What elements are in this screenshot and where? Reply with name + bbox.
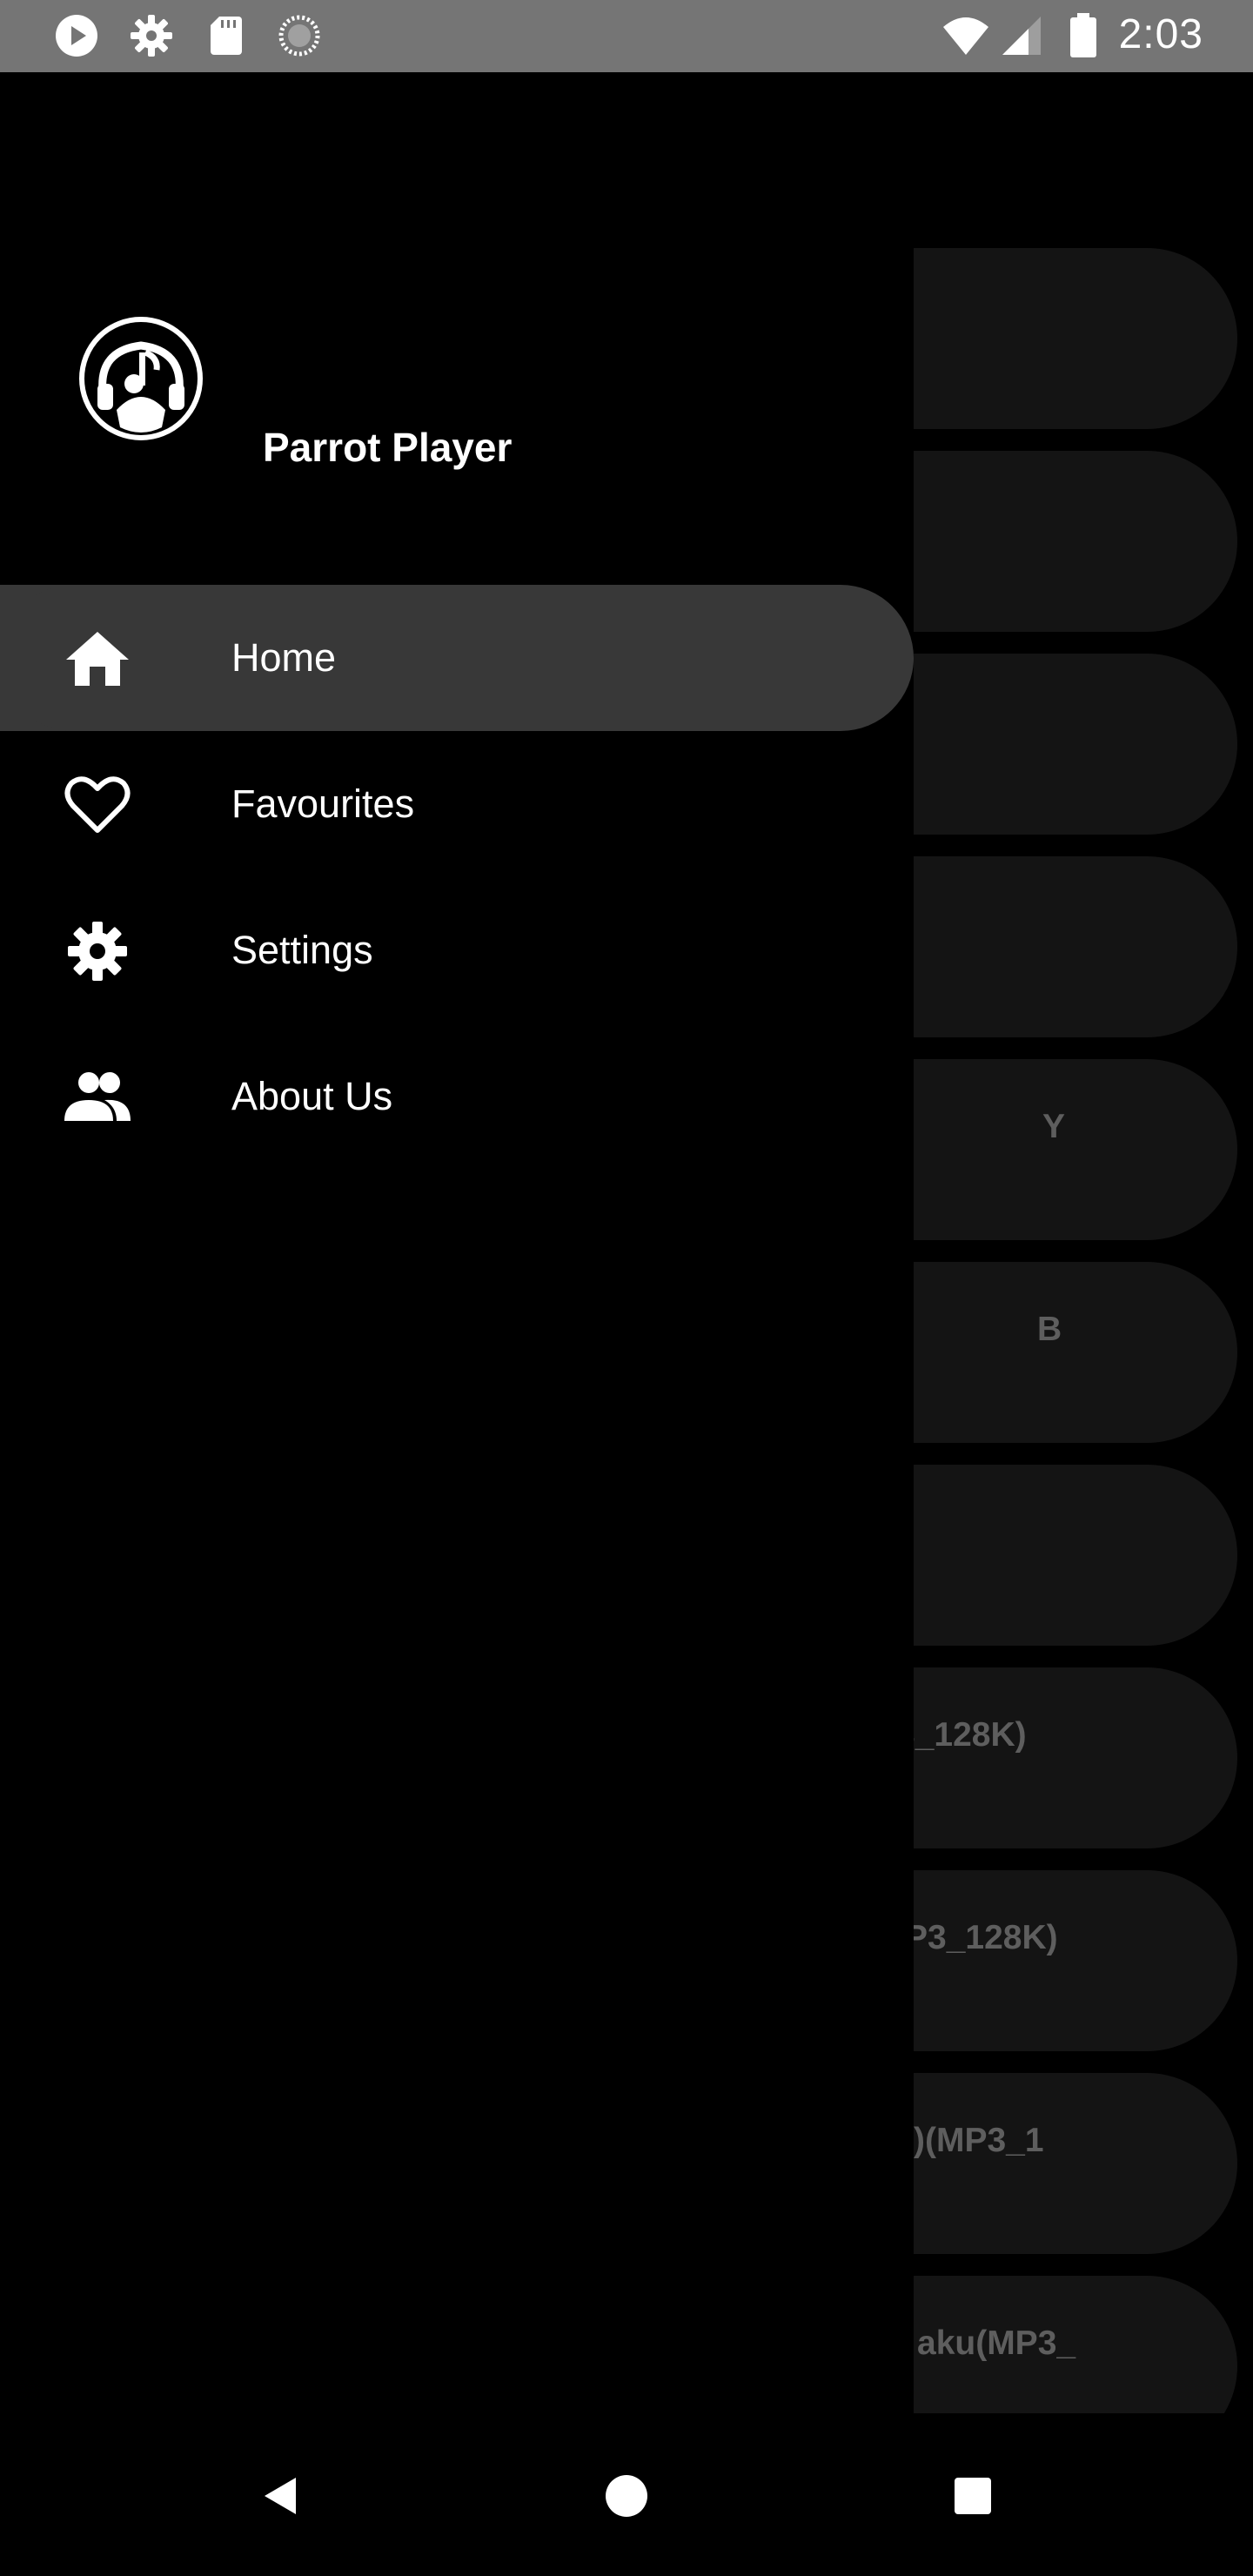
app-title: Parrot Player	[263, 425, 513, 470]
wifi-icon	[943, 17, 988, 55]
drawer-item-home[interactable]: Home	[0, 585, 914, 731]
settings-icon	[131, 15, 172, 57]
drawer-item-label: Home	[231, 635, 337, 680]
list-item-title: B	[1037, 1311, 1062, 1348]
loading-icon	[278, 15, 320, 57]
drawer-item-label: Favourites	[231, 782, 415, 826]
recents-icon[interactable]	[942, 2465, 1003, 2526]
heart-icon	[64, 776, 131, 833]
list-item-title: Y	[1042, 1108, 1066, 1145]
status-time: 2:03	[1118, 11, 1203, 57]
sd-card-icon	[211, 17, 242, 55]
signal-icon	[1002, 17, 1041, 55]
drawer-item-label: About Us	[231, 1074, 393, 1118]
status-bar: 2:03	[0, 0, 1253, 72]
home-circle-icon[interactable]	[596, 2465, 657, 2526]
list-item-title: P3_128K)	[905, 1919, 1058, 1956]
people-icon	[64, 1072, 131, 1121]
play-icon	[56, 15, 97, 57]
list-item-title: )(MP3_1	[914, 2122, 1044, 2159]
drawer-item-settings[interactable]: Settings	[0, 877, 914, 1023]
list-item-title: aku(MP3_	[917, 2324, 1076, 2362]
parrot-headphones-logo-icon	[79, 317, 203, 440]
home-icon	[66, 632, 129, 686]
drawer-item-about-us[interactable]: About Us	[0, 1023, 914, 1170]
gear-icon	[68, 922, 127, 981]
battery-icon	[1070, 13, 1096, 57]
list-item-title: 3_128K)	[896, 1716, 1027, 1754]
back-icon[interactable]	[251, 2465, 312, 2526]
navigation-drawer: Parrot Player Home Favourites Settings A…	[0, 72, 914, 2413]
drawer-item-favourites[interactable]: Favourites	[0, 731, 914, 877]
drawer-item-label: Settings	[231, 928, 373, 972]
system-nav-bar	[0, 2413, 1253, 2576]
